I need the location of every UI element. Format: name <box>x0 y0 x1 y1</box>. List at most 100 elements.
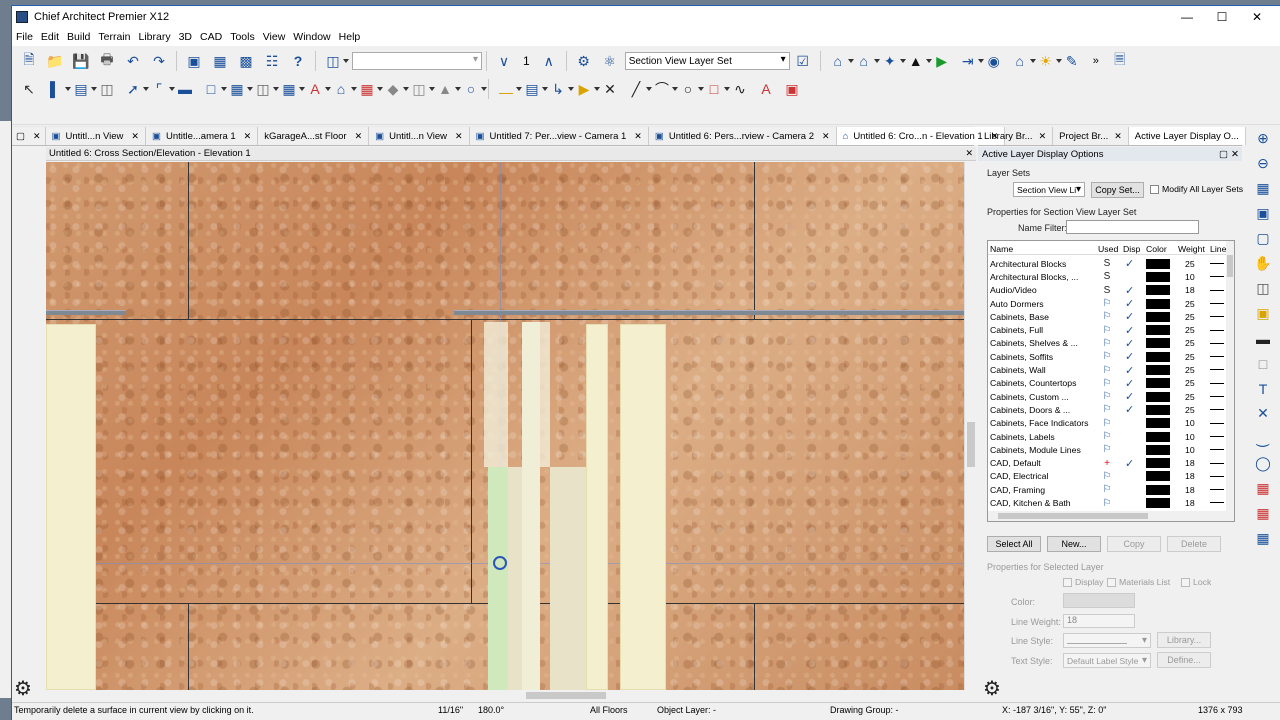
scroll-thumb[interactable] <box>1227 255 1233 277</box>
col-used[interactable]: Used <box>1098 244 1118 254</box>
scroll-thumb[interactable] <box>998 513 1148 519</box>
layer-color-swatch[interactable] <box>1146 351 1170 362</box>
checklist-icon[interactable]: ☑ <box>792 50 814 72</box>
layer-row[interactable]: Cabinets, Soffits ⚐ ✓ 25 <box>988 350 1228 363</box>
layer-color-swatch[interactable] <box>1146 298 1170 309</box>
page-icon[interactable]: □ <box>1252 353 1274 374</box>
display-check-icon[interactable]: ✓ <box>1125 390 1134 403</box>
save-layout-icon[interactable]: 🗏 <box>1109 50 1131 72</box>
menu-edit[interactable]: Edit <box>39 31 65 43</box>
render-icon[interactable]: ▩ <box>235 50 257 72</box>
material-painter-icon[interactable]: ✎ <box>1061 50 1083 72</box>
floor-down-icon[interactable]: ∨ <box>493 50 515 72</box>
close-icon[interactable]: ✕ <box>244 131 252 142</box>
display-check-icon[interactable]: ✓ <box>1125 403 1134 416</box>
underlay-icon[interactable]: ▬ <box>1252 328 1274 349</box>
wall-icon[interactable]: ▌ <box>44 78 71 100</box>
floor-up-icon[interactable]: ∧ <box>538 50 560 72</box>
tab-pin[interactable]: ▢ ✕ <box>12 127 46 145</box>
beam-icon[interactable]: ▬ <box>174 78 196 100</box>
materials-list-checkbox[interactable] <box>1107 578 1116 588</box>
text-layer-icon[interactable]: T <box>1252 378 1274 399</box>
materials-list-icon[interactable]: ☷ <box>261 50 283 72</box>
layer-color-swatch[interactable] <box>1146 325 1170 336</box>
menu-library[interactable]: Library <box>136 31 176 43</box>
layer-set-select[interactable]: Section View Li <box>1013 182 1085 197</box>
color-layer-icon[interactable]: ▣ <box>1252 303 1274 324</box>
color-swatch[interactable] <box>1063 593 1135 608</box>
delete-surface-icon[interactable]: ✕ <box>599 78 621 100</box>
display-check-icon[interactable]: ✓ <box>1125 377 1134 390</box>
text-icon[interactable]: ○ <box>460 78 487 100</box>
plan-footprint-icon[interactable]: ▣ <box>183 50 205 72</box>
close-icon[interactable]: ✕ <box>1114 131 1122 142</box>
tab-document[interactable]: kGarageA...st Floor ✕ <box>258 127 370 145</box>
define-button[interactable]: Define... <box>1157 652 1211 668</box>
menu-terrain[interactable]: Terrain <box>96 31 136 43</box>
menu-view[interactable]: View <box>261 31 292 43</box>
layer-row[interactable]: Cabinets, Countertops ⚐ ✓ 25 <box>988 377 1228 390</box>
close-icon[interactable]: ✕ <box>822 131 830 142</box>
tab-document[interactable]: ▣ Untitl...n View ✕ <box>45 127 146 145</box>
menu-build[interactable]: Build <box>65 31 96 43</box>
tab-active-layer-display[interactable]: Active Layer Display O... <box>1128 127 1246 145</box>
edit-layer-icon[interactable]: ⚙ <box>573 50 595 72</box>
tab-project-browser[interactable]: Project Br... ✕ <box>1053 127 1129 145</box>
text-style-icon[interactable]: A <box>755 78 777 100</box>
materials-list-option[interactable]: Materials List <box>1107 577 1170 588</box>
display-check-icon[interactable]: ✓ <box>1125 284 1134 297</box>
table-horizontal-scrollbar[interactable] <box>988 511 1234 521</box>
layer-color-swatch[interactable] <box>1146 498 1170 509</box>
display-check-icon[interactable]: ✓ <box>1125 457 1134 470</box>
col-color[interactable]: Color <box>1146 244 1167 254</box>
layer-color-swatch[interactable] <box>1146 311 1170 322</box>
layer-color-swatch[interactable] <box>1146 471 1170 482</box>
display-check-icon[interactable]: ✓ <box>1125 350 1134 363</box>
scroll-thumb[interactable] <box>967 422 975 467</box>
layer-row[interactable]: Cabinets, Full ⚐ ✓ 25 <box>988 324 1228 337</box>
walkthrough-icon[interactable]: ✦ <box>879 50 906 72</box>
snap-icon[interactable]: ✕ <box>1252 403 1274 424</box>
view-horizontal-scrollbar[interactable] <box>46 690 964 701</box>
arc-icon[interactable]: ⌒ <box>651 78 678 100</box>
record-icon[interactable]: ◉ <box>983 50 1005 72</box>
spline-icon[interactable]: ∿ <box>729 78 751 100</box>
export-icon[interactable]: ⇥ <box>957 50 984 72</box>
plot-icon[interactable]: ◫ <box>322 50 349 72</box>
layer-color-swatch[interactable] <box>1146 338 1170 349</box>
new-layer-button[interactable]: New... <box>1047 536 1101 552</box>
tab-document[interactable]: ▣ Untitle...amera 1 ✕ <box>145 127 259 145</box>
close-icon[interactable]: ✕ <box>1039 131 1047 142</box>
layer-color-swatch[interactable] <box>1146 258 1170 269</box>
layer-row[interactable]: Architectural Blocks S ✓ 25 <box>988 257 1228 270</box>
stairs-icon[interactable]: ⌜ <box>148 78 175 100</box>
layer-color-swatch[interactable] <box>1146 458 1170 469</box>
framing-icon[interactable]: ▦ <box>356 78 383 100</box>
layer-color-swatch[interactable] <box>1146 365 1170 376</box>
layer-color-swatch[interactable] <box>1146 418 1170 429</box>
angle-snap-icon[interactable]: ⏝ <box>1252 428 1274 449</box>
more-tools-icon[interactable]: » <box>1093 55 1099 67</box>
layer-row[interactable]: Audio/Video S ✓ 18 <box>988 284 1228 297</box>
layer-color-swatch[interactable] <box>1146 391 1170 402</box>
pin-icon[interactable]: ▢ <box>1219 149 1228 160</box>
overview-icon[interactable]: ⌂ <box>853 50 880 72</box>
layer-row[interactable]: CAD, Kitchen & Bath ⚐ 18 <box>988 496 1228 509</box>
save-icon[interactable]: 💾 <box>70 50 92 72</box>
layer-row[interactable]: Auto Dormers ⚐ ✓ 25 <box>988 297 1228 310</box>
fill-window-icon[interactable]: ▣ <box>1252 203 1274 224</box>
tab-document[interactable]: ▣ Untitled 6: Pers...rview - Camera 2 ✕ <box>648 127 837 145</box>
layer-icon[interactable]: ◫ <box>1252 278 1274 299</box>
close-icon[interactable]: ✕ <box>33 131 41 142</box>
layer-color-swatch[interactable] <box>1146 484 1170 495</box>
layer-set-combo[interactable]: Section View Layer Set <box>624 52 790 70</box>
open-folder-icon[interactable]: 📁 <box>44 50 66 72</box>
close-icon[interactable]: ✕ <box>131 131 139 142</box>
table-vertical-scrollbar[interactable] <box>1226 241 1234 511</box>
line-weight-input[interactable]: 18 <box>1063 614 1135 628</box>
close-icon[interactable]: ✕ <box>1240 6 1274 28</box>
new-file-icon[interactable]: 🗎 <box>18 50 40 72</box>
select-all-button[interactable]: Select All <box>987 536 1041 552</box>
window-tool-icon[interactable]: ▦ <box>226 78 253 100</box>
menu-window[interactable]: Window <box>291 31 336 43</box>
